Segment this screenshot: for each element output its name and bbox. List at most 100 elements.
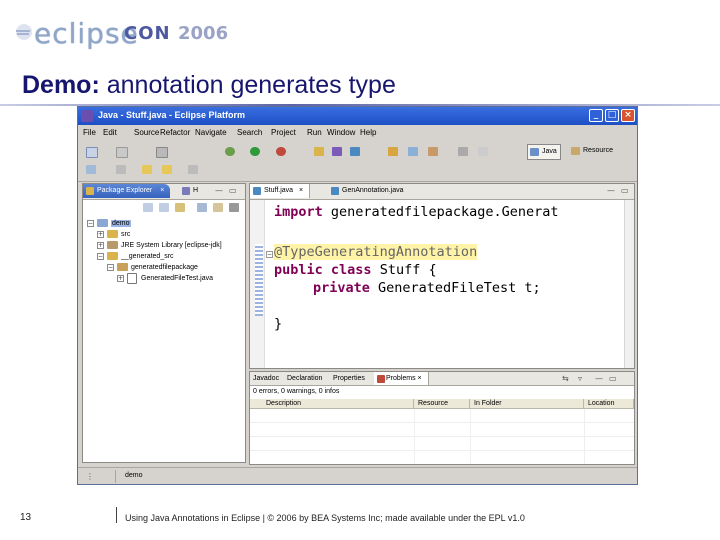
new-class-icon[interactable] bbox=[350, 147, 360, 156]
tree-item[interactable]: + JRE System Library [eclipse-jdk] bbox=[97, 240, 222, 251]
next-annotation-icon[interactable] bbox=[86, 165, 96, 174]
editor-maximize-icon[interactable]: ▭ bbox=[621, 187, 629, 195]
maximize-button[interactable]: □ bbox=[605, 109, 619, 122]
code-text: generatedfilepackage.Generat bbox=[322, 204, 559, 220]
column-in-folder[interactable]: In Folder bbox=[470, 399, 584, 409]
menu-search[interactable]: Search bbox=[237, 128, 262, 137]
window-titlebar: Java - Stuff.java - Eclipse Platform _ □… bbox=[78, 107, 637, 125]
logo-year: 2006 bbox=[178, 23, 229, 44]
minimize-button[interactable]: _ bbox=[589, 109, 603, 122]
new-icon[interactable] bbox=[86, 147, 98, 158]
eclipse-app-icon bbox=[81, 110, 93, 122]
search-icon[interactable] bbox=[408, 147, 418, 156]
fast-view-icon[interactable]: ⋮ bbox=[86, 473, 94, 481]
code-line-field[interactable]: private GeneratedFileTest t; bbox=[313, 280, 541, 296]
tab-problems-label: Problems bbox=[386, 375, 416, 382]
view-menu-icon[interactable]: ▿ bbox=[578, 375, 582, 383]
view-minimize-icon[interactable]: — bbox=[595, 375, 603, 383]
run-icon[interactable] bbox=[250, 147, 260, 156]
perspective-java[interactable]: Java bbox=[527, 144, 561, 160]
column-resource[interactable]: Resource bbox=[414, 399, 470, 409]
open-type-icon[interactable] bbox=[388, 147, 398, 156]
code-line-close[interactable]: } bbox=[274, 316, 282, 332]
toggle-mark-icon[interactable] bbox=[428, 147, 438, 156]
collapse-all-icon[interactable] bbox=[197, 203, 207, 212]
tree-item[interactable]: − demo bbox=[87, 218, 131, 229]
menu-source[interactable]: Source bbox=[134, 128, 159, 137]
view-maximize-icon[interactable]: ▭ bbox=[229, 187, 237, 195]
back-icon[interactable] bbox=[142, 165, 152, 174]
grid-line bbox=[250, 422, 634, 423]
menu-edit[interactable]: Edit bbox=[103, 128, 117, 137]
tab-javadoc[interactable]: Javadoc bbox=[253, 372, 279, 385]
tab-package-explorer[interactable]: Package Explorer × bbox=[83, 184, 171, 198]
prev-annotation-icon[interactable] bbox=[116, 165, 126, 174]
column-description[interactable]: Description bbox=[250, 399, 414, 409]
source-folder-icon bbox=[107, 230, 118, 238]
tab-package-explorer-label: Package Explorer bbox=[97, 187, 153, 194]
package-explorer-icon bbox=[86, 187, 94, 195]
print-icon[interactable] bbox=[156, 147, 168, 158]
debug-icon[interactable] bbox=[225, 147, 235, 156]
status-text: demo bbox=[125, 472, 143, 479]
tab-genannotation-java-label: GenAnnotation.java bbox=[342, 187, 404, 194]
external-tools-icon[interactable] bbox=[276, 147, 286, 156]
view-maximize-icon[interactable]: ▭ bbox=[609, 375, 617, 383]
new-java-project-icon[interactable] bbox=[314, 147, 324, 156]
tab-close-icon[interactable]: × bbox=[418, 375, 422, 382]
perspective-resource[interactable]: Resource bbox=[569, 144, 613, 158]
annotation-nav-icon[interactable] bbox=[458, 147, 468, 156]
editor-minimize-icon[interactable]: — bbox=[607, 187, 615, 195]
perspective-resource-label: Resource bbox=[583, 147, 613, 154]
menu-file[interactable]: File bbox=[83, 128, 96, 137]
forward-icon[interactable] bbox=[188, 165, 198, 174]
close-button[interactable]: × bbox=[621, 109, 635, 122]
grid-line bbox=[250, 450, 634, 451]
view-menu-icon[interactable] bbox=[229, 203, 239, 212]
save-icon[interactable] bbox=[116, 147, 128, 158]
column-location[interactable]: Location bbox=[584, 399, 634, 409]
tree-item[interactable]: − __generated_src bbox=[97, 251, 174, 262]
menu-navigate[interactable]: Navigate bbox=[195, 128, 227, 137]
tab-properties[interactable]: Properties bbox=[333, 372, 365, 385]
java-editor: Stuff.java × GenAnnotation.java — ▭ impo… bbox=[249, 183, 635, 369]
menu-run[interactable]: Run bbox=[307, 128, 322, 137]
tab-close-icon[interactable]: × bbox=[299, 187, 303, 194]
code-keyword: public bbox=[274, 262, 323, 278]
menu-help[interactable]: Help bbox=[360, 128, 376, 137]
filter-icon[interactable]: ⇆ bbox=[562, 375, 569, 383]
tab-problems[interactable]: Problems × bbox=[374, 372, 429, 385]
new-package-icon[interactable] bbox=[332, 147, 342, 156]
code-line-import[interactable]: import generatedfilepackage.Generat bbox=[274, 204, 558, 220]
main-toolbar: Java Resource bbox=[78, 141, 637, 182]
logo-suffix: CON bbox=[124, 23, 171, 44]
pin-icon[interactable] bbox=[478, 147, 488, 156]
tab-stuff-java[interactable]: Stuff.java × bbox=[250, 184, 311, 198]
eclipse-window: Java - Stuff.java - Eclipse Platform _ □… bbox=[77, 106, 638, 485]
link-editor-icon[interactable] bbox=[213, 203, 223, 212]
tree-item[interactable]: + src bbox=[97, 229, 130, 240]
logo-swoosh-icon bbox=[16, 24, 32, 40]
back-nav-icon[interactable] bbox=[143, 203, 153, 212]
java-file-icon bbox=[331, 187, 339, 195]
menu-refactor[interactable]: Refactor bbox=[160, 128, 190, 137]
up-nav-icon[interactable] bbox=[175, 203, 185, 212]
tree-item[interactable]: − generatedfilepackage bbox=[107, 262, 198, 273]
code-line-class[interactable]: public class Stuff { bbox=[274, 262, 437, 278]
menu-window[interactable]: Window bbox=[327, 128, 355, 137]
view-minimize-icon[interactable]: — bbox=[215, 187, 223, 195]
library-icon bbox=[107, 241, 118, 249]
tab-hierarchy[interactable]: H bbox=[179, 184, 198, 198]
menu-project[interactable]: Project bbox=[271, 128, 296, 137]
slide-footer: Using Java Annotations in Eclipse | © 20… bbox=[125, 513, 525, 523]
last-edit-icon[interactable] bbox=[162, 165, 172, 174]
tab-genannotation-java[interactable]: GenAnnotation.java bbox=[328, 184, 404, 198]
tab-close-icon[interactable]: × bbox=[160, 187, 164, 194]
fold-icon[interactable]: − bbox=[266, 251, 273, 258]
code-line-annotation[interactable]: @TypeGeneratingAnnotation bbox=[274, 244, 478, 260]
slide-number: 13 bbox=[20, 512, 32, 523]
tab-declaration[interactable]: Declaration bbox=[287, 372, 322, 385]
forward-nav-icon[interactable] bbox=[159, 203, 169, 212]
package-explorer-view: Package Explorer × H — ▭ − demo + src + … bbox=[82, 183, 246, 463]
tree-item[interactable]: + GeneratedFileTest.java bbox=[117, 273, 213, 284]
